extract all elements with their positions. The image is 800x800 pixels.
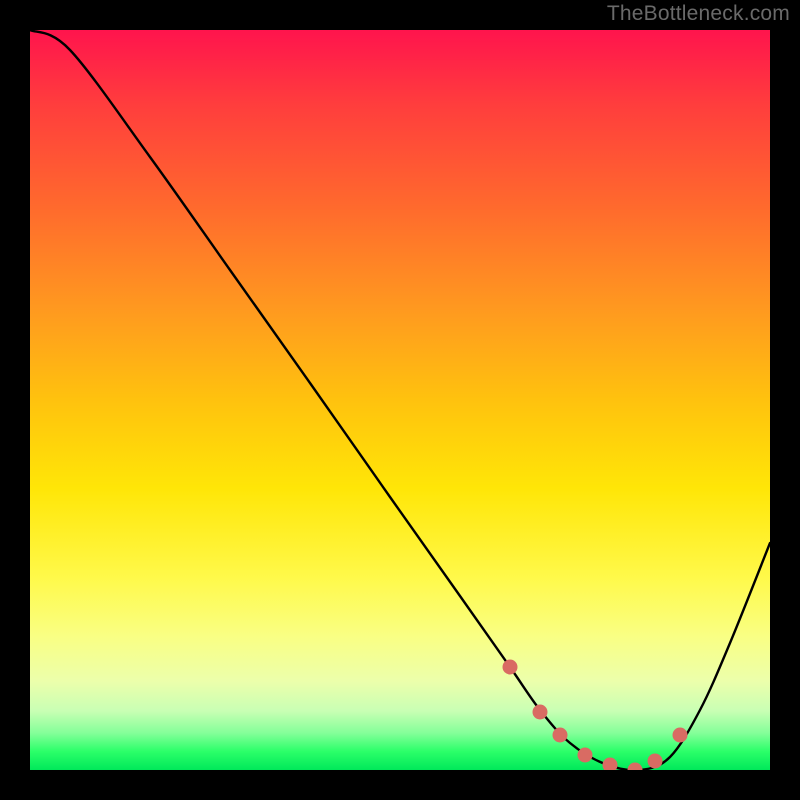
highlight-dot: [673, 728, 688, 743]
highlight-dot: [648, 754, 663, 769]
highlight-dot: [603, 758, 618, 771]
bottleneck-curve: [30, 30, 770, 770]
highlight-dot: [578, 748, 593, 763]
curve-layer: [30, 30, 770, 770]
chart-frame: TheBottleneck.com: [0, 0, 800, 800]
watermark-text: TheBottleneck.com: [607, 2, 790, 26]
highlight-dot: [533, 705, 548, 720]
plot-area: [30, 30, 770, 770]
highlight-dot: [503, 660, 518, 675]
highlight-dot: [628, 763, 643, 771]
highlight-markers: [503, 660, 688, 771]
highlight-dot: [553, 728, 568, 743]
